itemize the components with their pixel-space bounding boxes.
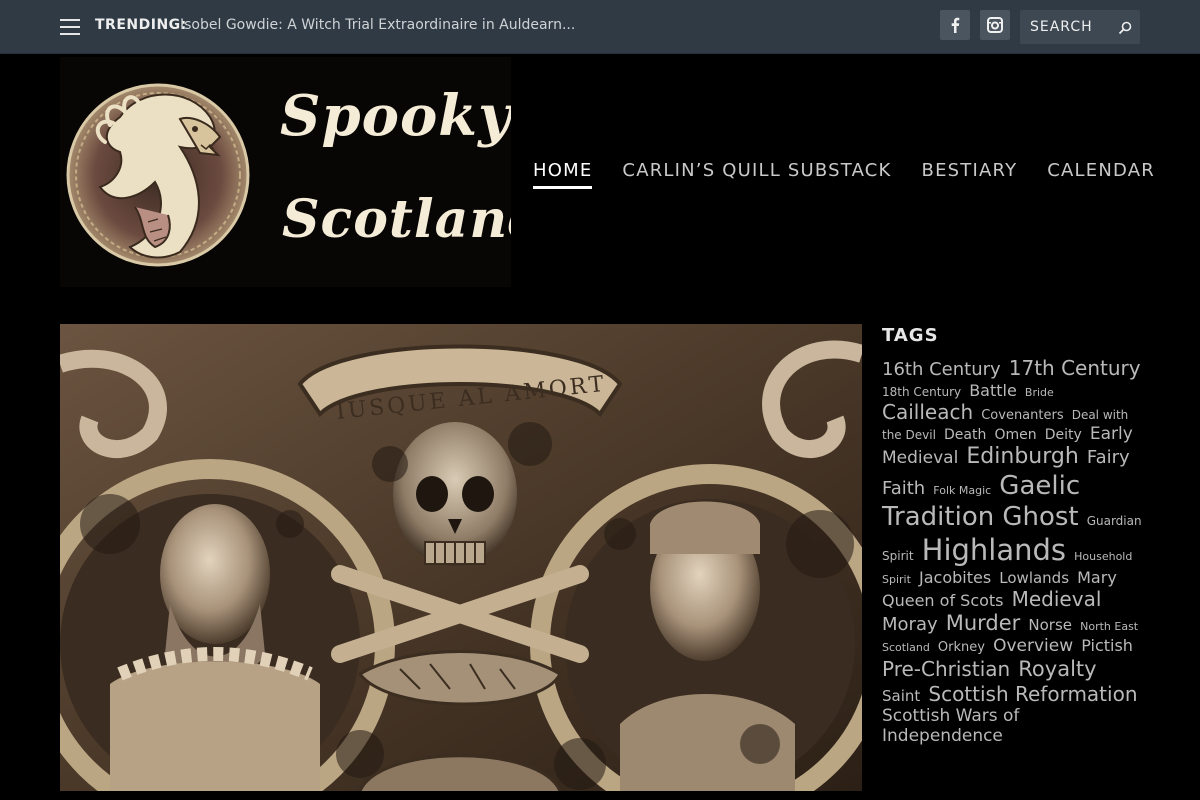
site-logo[interactable]: Spooky Scotland	[60, 57, 511, 287]
top-bar: TRENDING: Isobel Gowdie: A Witch Trial E…	[0, 0, 1200, 54]
nav-bestiary[interactable]: BESTIARY	[922, 160, 1018, 189]
tag-link[interactable]: Moray	[882, 614, 938, 635]
logo-line-1: Spooky	[280, 83, 511, 149]
tag-link[interactable]: Edinburgh	[966, 444, 1078, 469]
nav-carlins-quill-substack[interactable]: CARLIN’S QUILL SUBSTACK	[622, 160, 891, 189]
gravestone-carving-image: IUSQUE AL AMORT	[60, 324, 862, 791]
tag-link[interactable]: Bride	[1025, 386, 1054, 399]
tag-link[interactable]: Overview	[993, 636, 1073, 656]
tag-link[interactable]: Death	[944, 427, 986, 443]
tag-link[interactable]: Orkney	[938, 640, 985, 655]
search-icon[interactable]	[1118, 20, 1132, 35]
tag-link[interactable]: Cailleach	[882, 400, 973, 424]
tag-link[interactable]: Scottish Wars of Independence	[882, 706, 1019, 746]
tag-link[interactable]: Pre-Christian	[882, 657, 1010, 681]
dragon-emblem-icon: Spooky Scotland	[60, 57, 511, 287]
tag-link[interactable]: Jacobites	[919, 568, 991, 587]
tag-link[interactable]: Omen	[994, 427, 1036, 443]
tag-link[interactable]: Royalty	[1018, 657, 1096, 681]
facebook-icon[interactable]	[940, 10, 970, 40]
tag-link[interactable]: Deity	[1045, 427, 1082, 443]
tags-title: TAGS	[882, 325, 939, 346]
tag-link[interactable]: Murder	[946, 611, 1021, 635]
instagram-icon[interactable]	[980, 10, 1010, 40]
tag-link[interactable]: 17th Century	[1009, 356, 1141, 380]
tag-link[interactable]: Highlands	[922, 533, 1066, 567]
nav-home[interactable]: HOME	[533, 160, 593, 189]
menu-icon[interactable]	[60, 19, 80, 35]
tag-link[interactable]: 18th Century	[882, 385, 961, 399]
search-box	[1020, 10, 1140, 44]
tag-link[interactable]: Pictish	[1081, 636, 1133, 655]
tag-cloud: 16th Century 17th Century 18th Century B…	[882, 356, 1144, 746]
tag-link[interactable]: Battle	[969, 381, 1017, 400]
trending-label: TRENDING:	[95, 17, 187, 33]
tag-link[interactable]: Saint	[882, 687, 920, 705]
tag-link[interactable]: 16th Century	[882, 359, 1001, 380]
tag-link[interactable]: Covenanters	[981, 408, 1063, 423]
trending-link[interactable]: Isobel Gowdie: A Witch Trial Extraordina…	[180, 17, 575, 33]
tag-link[interactable]: Medieval	[1012, 587, 1102, 611]
search-input[interactable]	[1030, 18, 1116, 36]
tag-link[interactable]: Norse	[1028, 616, 1072, 634]
main-nav: HOME CARLIN’S QUILL SUBSTACK BESTIARY CA…	[533, 160, 1155, 189]
tag-link[interactable]: Lowlands	[999, 569, 1069, 587]
tag-link[interactable]: Folk Magic	[933, 484, 991, 497]
featured-image[interactable]: IUSQUE AL AMORT	[60, 324, 862, 791]
logo-line-2: Scotland	[282, 189, 511, 250]
nav-calendar[interactable]: CALENDAR	[1047, 160, 1155, 189]
tag-link[interactable]: Scottish Reformation	[928, 682, 1137, 706]
tag-link[interactable]: Ghost	[1002, 502, 1078, 532]
